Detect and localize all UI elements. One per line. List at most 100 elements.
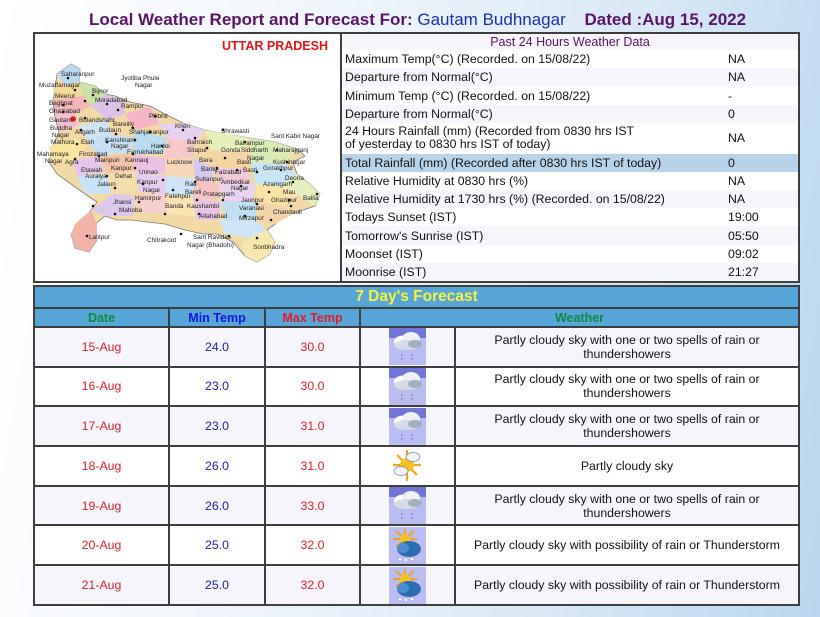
forecast-min-temp: 23.0 [168,365,266,408]
forecast-weather-text: Partly cloudy sky [454,444,800,487]
data-label: Moonset (IST) [345,246,423,261]
sun-storm-cloud-icon [389,526,426,564]
data-value: NA [728,173,746,188]
svg-text:Baghpat: Baghpat [49,100,73,107]
forecast-row: 20-Aug 25.0 32.0 Partly cloudy sky with po… [33,524,800,567]
forecast-row: 18-Aug 26.0 31.0 Partly cloudy sky [33,444,800,487]
data-row-moonrise: Moonrise (IST) 21:27 [342,262,798,282]
svg-text:Azamgarh: Azamgarh [263,181,293,188]
data-value: 0 [728,106,735,121]
svg-text:Chandauli: Chandauli [273,209,302,216]
column-header-min-temp: Min Temp [168,307,266,328]
svg-text:Mahamaya: Mahamaya [37,151,69,158]
forecast-max-temp: 31.0 [264,405,361,447]
forecast-icon-cell [359,325,456,368]
svg-text:Buddha: Buddha [50,125,72,132]
data-value: NA [728,130,746,145]
sun-cloud-icon [389,447,426,484]
data-label: Relative Humidity at 0830 hrs (%) [345,173,529,188]
column-header-date: Date [33,307,170,328]
svg-text:Maharajganj: Maharajganj [273,147,308,154]
data-row-humidity-1730: Relative Humidity at 1730 hrs (%) (Recor… [342,189,798,209]
svg-text:Jhansi: Jhansi [113,199,131,206]
svg-text:Gautam: Gautam [49,117,72,124]
forecast-max-temp: 31.0 [264,444,361,487]
data-label: 24 Hours Rainfall (mm) (Recorded from 08… [345,125,634,151]
data-row-max-temp: Maximum Temp(°C) (Recorded. on 15/08/22)… [342,50,798,69]
forecast-date: 18-Aug [33,444,170,487]
forecast-max-temp: 30.0 [264,365,361,408]
forecast-min-temp: 23.0 [168,405,266,447]
past-24-hours-title: Past 24 Hours Weather Data [342,34,798,50]
svg-text:Nagar: Nagar [52,132,70,139]
forecast-row: 15-Aug 24.0 30.0 Partly cloudy sky with on… [33,325,800,368]
column-header-max-temp: Max Temp [264,307,361,328]
data-row-max-departure: Departure from Normal(°C) NA [342,68,798,87]
rain-cloud-icon [389,328,426,366]
svg-text:Nagar: Nagar [135,82,153,89]
svg-text:Hamirpur: Hamirpur [135,195,162,202]
svg-text:Sant Ravidas: Sant Ravidas [193,234,231,241]
forecast-row: 17-Aug 23.0 31.0 Partly cloudy sky with on… [33,405,800,447]
forecast-min-temp: 26.0 [168,444,266,487]
forecast-icon-cell [359,365,456,408]
svg-text:Shrawasti: Shrawasti [221,128,249,135]
svg-text:Ghazipur: Ghazipur [271,197,298,204]
svg-text:Sitapur: Sitapur [187,147,208,154]
data-row-sunset: Todays Sunset (IST) 19:00 [342,208,798,227]
forecast-max-temp: 33.0 [264,484,361,527]
data-label: Relative Humidity at 1730 hrs (%) (Recor… [345,192,665,207]
map-title: UTTAR PRADESH [221,39,328,53]
data-value: 05:50 [728,228,759,243]
svg-text:Kanpur: Kanpur [137,179,158,186]
data-label: Moonrise (IST) [345,264,427,279]
data-value: 0 [728,155,735,170]
svg-text:Jyotiba Phule: Jyotiba Phule [121,75,160,82]
forecast-min-temp: 26.0 [168,484,266,527]
svg-text:Gorakhpur: Gorakhpur [263,165,294,172]
svg-text:Budaun: Budaun [99,127,121,134]
data-value: NA [728,70,746,85]
svg-text:Mahoba: Mahoba [119,207,143,214]
svg-text:Mirzapur: Mirzapur [239,215,265,222]
data-row-sunrise: Tomorrow's Sunrise (IST) 05:50 [342,226,798,245]
svg-text:Pratapgarh: Pratapgarh [203,191,235,198]
svg-text:Ballia: Ballia [303,195,319,202]
forecast-date: 20-Aug [33,524,170,567]
forecast-date: 15-Aug [33,325,170,368]
forecast-weather-text: Partly cloudy sky with one or two spells… [454,405,800,447]
svg-text:Chitrakoot: Chitrakoot [147,237,176,244]
svg-text:Dehat: Dehat [115,173,132,180]
svg-text:Meerut: Meerut [55,93,75,100]
svg-text:Bulandshahr: Bulandshahr [79,117,116,124]
column-header-weather: Weather [359,307,800,328]
data-label-line1: 24 Hours Rainfall (mm) (Recorded from 08… [345,124,635,139]
svg-text:Etah: Etah [81,139,95,146]
forecast-icon-cell [359,444,456,487]
svg-text:Kanpur: Kanpur [111,165,132,172]
data-value: - [728,88,733,103]
forecast-min-temp: 25.0 [168,524,266,567]
forecast-table: 7 Day's Forecast Date Min Temp Max Temp … [33,284,800,606]
svg-text:Banda: Banda [165,203,184,210]
svg-text:Allahabad: Allahabad [199,213,228,220]
forecast-row: 21-Aug 25.0 32.0 Partly cloudy sky with po… [33,564,800,606]
forecast-weather-text: Partly cloudy sky with possibility of ra… [454,524,800,567]
location-name: Gautam Budhnagar [417,10,566,29]
forecast-weather-text: Partly cloudy sky with one or two spells… [454,365,800,408]
data-row-min-departure: Departure from Normal(°C) 0 [342,104,798,123]
svg-text:Kannauj: Kannauj [125,157,148,164]
forecast-max-temp: 32.0 [264,524,361,567]
forecast-max-temp: 32.0 [264,564,361,606]
svg-text:Siddharth: Siddharth [241,147,269,154]
svg-text:Bara: Bara [199,157,213,164]
svg-text:Bijnor: Bijnor [92,88,109,95]
svg-text:Varanasi: Varanasi [239,205,264,212]
svg-text:Gonda: Gonda [221,147,241,154]
svg-text:Faizabad: Faizabad [215,169,242,176]
data-value: 19:00 [728,210,759,225]
data-label: Todays Sunset (IST) [345,210,457,225]
data-label: Maximum Temp(°C) (Recorded. on 15/08/22) [345,52,591,67]
forecast-icon-cell [359,484,456,527]
data-label: Tomorrow's Sunrise (IST) [345,228,484,243]
